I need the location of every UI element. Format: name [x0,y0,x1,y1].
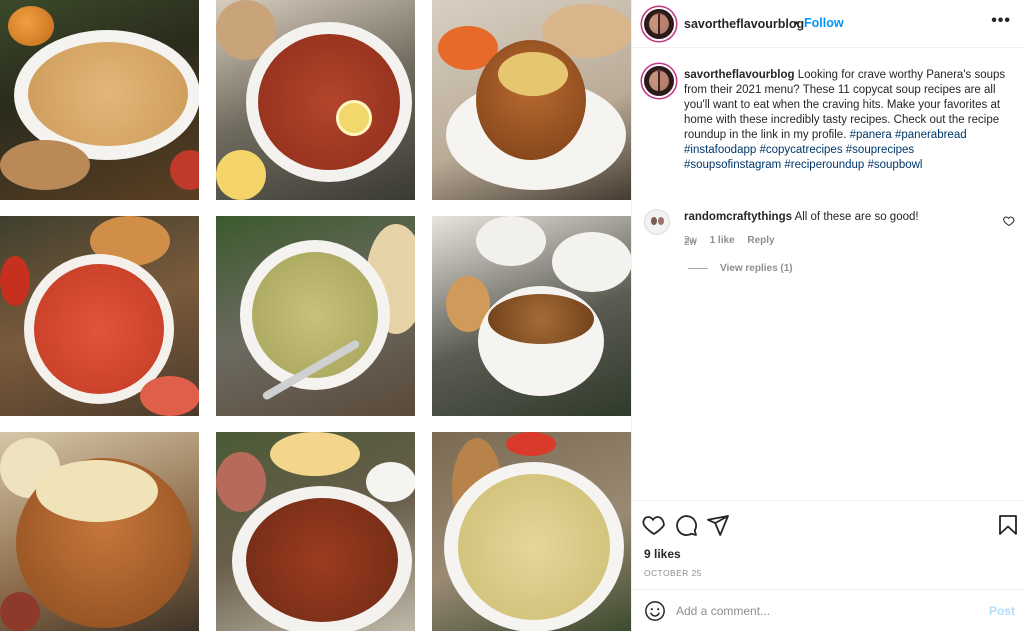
view-replies-label: View replies (1) [720,263,793,274]
comment-meta: 2w 1 like Reply [684,235,785,246]
hashtag[interactable]: #soupsofinstagram [684,159,781,171]
french-onion-soup-photo[interactable] [432,216,631,416]
hashtag[interactable]: #reciperoundup [784,159,864,171]
turkey-chili-photo[interactable] [216,432,415,631]
caption-text: savortheflavourblog Looking for crave wo… [684,68,1014,173]
post-panel: savortheflavourblog • Follow ••• savorth… [631,0,1024,631]
comment-likes[interactable]: 1 like [710,235,735,246]
replies-divider [688,267,708,269]
commenter-avatar[interactable] [644,209,670,235]
post-date[interactable]: OCTOBER 25 [644,568,702,578]
share-icon[interactable] [706,513,730,537]
comment-username[interactable]: randomcraftythings [684,211,792,223]
likes-count[interactable]: 9 likes [644,547,681,561]
vegetable-soup-photo[interactable] [216,0,415,200]
caption-username[interactable]: savortheflavourblog [684,69,795,81]
bread-bowl-soup-photo[interactable] [432,0,631,200]
caption-avatar[interactable] [644,66,674,96]
follow-button[interactable]: Follow [804,16,844,30]
view-replies-button[interactable]: View replies (1) [688,263,793,274]
comment-item: randomcraftythings All of these are so g… [632,205,1024,285]
comment-icon[interactable] [674,513,698,537]
pumpkin-soup-photo[interactable] [0,0,199,200]
emoji-icon[interactable] [644,600,666,622]
photo-grid [0,0,631,631]
hashtag[interactable]: #panerabread [895,129,967,141]
header-separator: • [794,16,799,30]
bookmark-icon[interactable] [996,513,1020,537]
comment-text: randomcraftythings All of these are so g… [684,211,919,223]
hashtag[interactable]: #souprecipes [846,144,914,156]
corn-chowder-photo[interactable] [432,432,631,631]
hashtag[interactable]: #panera [850,129,892,141]
tomato-soup-photo[interactable] [0,216,199,416]
heart-icon[interactable] [642,513,666,537]
hashtag[interactable]: #soupbowl [868,159,923,171]
post-header: savortheflavourblog • Follow ••• [632,0,1024,48]
hashtag[interactable]: #instafoodapp [684,144,756,156]
loaded-potato-bread-bowl-photo[interactable] [0,432,199,631]
header-username[interactable]: savortheflavourblog [684,17,804,31]
comment-body: All of these are so good! [794,211,919,223]
add-comment-bar: Post [632,589,1024,631]
ellipsis-icon[interactable]: ••• [991,12,1011,30]
hashtag[interactable]: #copycatrecipes [759,144,842,156]
comment-input[interactable] [676,601,966,621]
chicken-noodle-soup-photo[interactable] [216,216,415,416]
comment-heart-icon[interactable] [1003,215,1015,227]
reply-button[interactable]: Reply [747,235,774,246]
comment-timestamp[interactable]: 2w [684,235,697,246]
post-button[interactable]: Post [989,604,1015,618]
profile-avatar[interactable] [644,9,674,39]
